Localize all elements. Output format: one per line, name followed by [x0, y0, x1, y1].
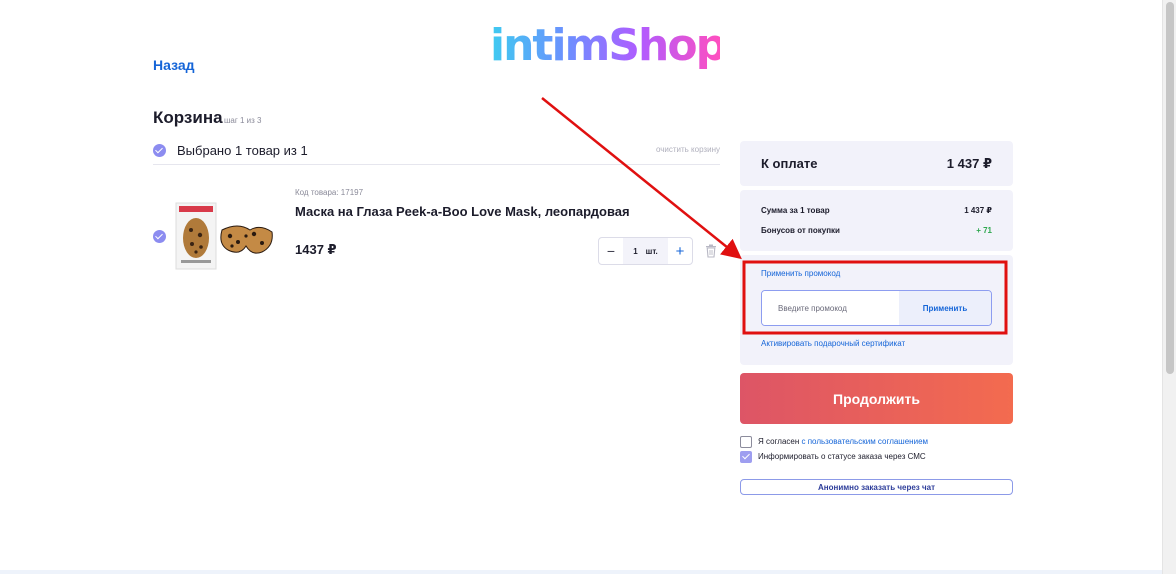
- order-details-panel: Сумма за 1 товар 1 437 ₽ Бонусов от поку…: [740, 190, 1013, 251]
- promo-apply-button[interactable]: Применить: [899, 291, 991, 325]
- select-all-row: Выбрано 1 товар из 1 очистить корзину: [153, 142, 720, 165]
- sum-label: Сумма за 1 товар: [761, 206, 830, 215]
- page-title: Корзина: [153, 108, 223, 127]
- selected-count-label: Выбрано 1 товар из 1: [177, 143, 308, 158]
- user-agreement-link[interactable]: с пользовательским соглашением: [802, 437, 929, 446]
- promo-code-input[interactable]: [762, 291, 900, 325]
- qty-minus-button[interactable]: −: [599, 238, 623, 264]
- bonus-label: Бонусов от покупки: [761, 226, 840, 235]
- promo-form: Применить: [761, 290, 992, 326]
- clear-cart-link[interactable]: очистить корзину: [656, 145, 720, 154]
- site-logo[interactable]: intimShop.ru: [490, 18, 791, 74]
- agreement-text: Я согласен с пользовательским соглашение…: [758, 437, 928, 446]
- bonus-value: + 71: [976, 226, 992, 235]
- select-all-checkbox[interactable]: [153, 144, 166, 157]
- agreement-checkbox[interactable]: [740, 436, 752, 448]
- annotation-arrow: [541, 97, 742, 260]
- bonus-row: Бонусов от покупки + 71: [761, 226, 992, 235]
- payment-total-value: 1 437 ₽: [946, 156, 992, 171]
- qty-plus-button[interactable]: +: [668, 238, 692, 264]
- payment-total-label: К оплате: [761, 156, 818, 171]
- promo-panel: Применить промокод Применить Активироват…: [740, 255, 1013, 365]
- anonymous-chat-order-button[interactable]: Анонимно заказать через чат: [740, 479, 1013, 495]
- sms-notify-checkbox[interactable]: [740, 451, 752, 463]
- item-select-checkbox[interactable]: [153, 230, 166, 243]
- qty-value-field[interactable]: 1 шт.: [623, 238, 668, 264]
- qty-unit: шт.: [645, 246, 658, 256]
- qty-value: 1: [633, 246, 638, 256]
- vertical-scrollbar[interactable]: [1162, 0, 1176, 574]
- agreement-label: Я согласен: [758, 437, 802, 446]
- scrollbar-thumb[interactable]: [1166, 2, 1174, 374]
- checkout-page: intimShop.ru Назад Корзина шаг 1 из 3 Вы…: [0, 0, 1176, 574]
- quantity-stepper: − 1 шт. +: [598, 237, 693, 265]
- product-image[interactable]: [170, 200, 275, 272]
- gift-certificate-link[interactable]: Активировать подарочный сертификат: [761, 339, 905, 348]
- trash-icon[interactable]: [705, 244, 717, 258]
- checkout-step-indicator: шаг 1 из 3: [224, 116, 262, 125]
- sum-value: 1 437 ₽: [964, 206, 992, 215]
- apply-promo-link[interactable]: Применить промокод: [761, 269, 840, 278]
- sms-notify-label: Информировать о статусе заказа через СМС: [758, 452, 926, 461]
- continue-button[interactable]: Продолжить: [740, 373, 1013, 424]
- sum-row: Сумма за 1 товар 1 437 ₽: [761, 206, 992, 215]
- item-price: 1437 ₽: [295, 242, 337, 257]
- item-name[interactable]: Маска на Глаза Peek-a-Boo Love Mask, лео…: [295, 204, 630, 219]
- payment-total-panel: К оплате 1 437 ₽: [740, 141, 1013, 186]
- footer-strip: [0, 570, 1162, 574]
- item-code: Код товара: 17197: [295, 188, 364, 197]
- back-link[interactable]: Назад: [153, 57, 195, 73]
